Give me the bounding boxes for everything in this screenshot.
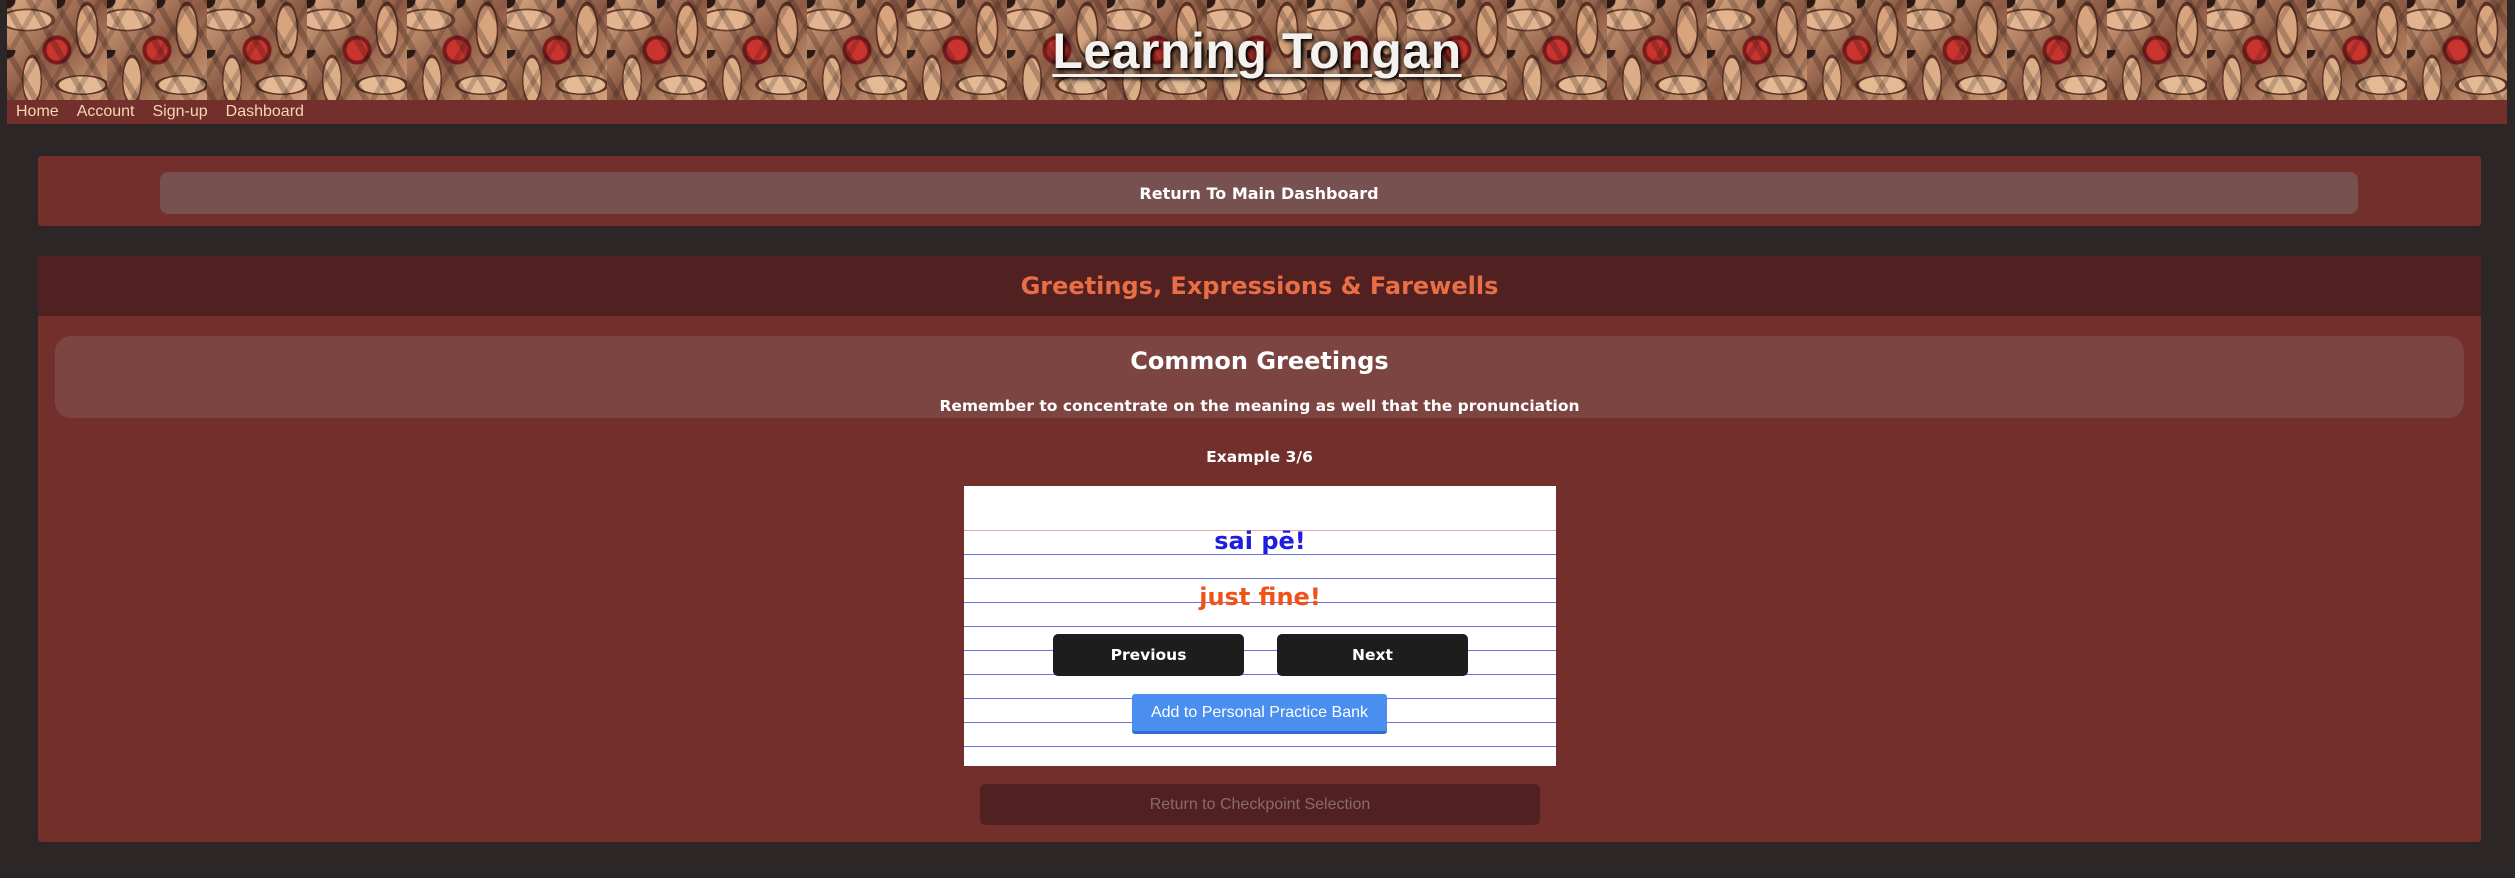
site-title[interactable]: Learning Tongan bbox=[7, 22, 2507, 80]
header-banner: Learning Tongan bbox=[7, 0, 2507, 100]
next-button[interactable]: Next bbox=[1277, 634, 1468, 676]
nav-bar: Home Account Sign-up Dashboard bbox=[7, 100, 2507, 124]
english-translation: just fine! bbox=[1199, 583, 1321, 611]
subsection-title: Common Greetings bbox=[1130, 347, 1389, 375]
flashcard: sai pē! just fine! Previous Next Add to … bbox=[964, 486, 1556, 766]
return-to-dashboard-button[interactable]: Return To Main Dashboard bbox=[160, 172, 2358, 214]
nav-account-link[interactable]: Account bbox=[77, 103, 135, 121]
lesson-title: Greetings, Expressions & Farewells bbox=[1020, 272, 1499, 300]
previous-button[interactable]: Previous bbox=[1053, 634, 1244, 676]
page: Learning Tongan Home Account Sign-up Das… bbox=[0, 0, 2515, 878]
lesson-header: Greetings, Expressions & Farewells bbox=[38, 256, 2481, 316]
return-to-checkpoint-button[interactable]: Return to Checkpoint Selection bbox=[980, 784, 1540, 825]
tongan-phrase: sai pē! bbox=[1214, 527, 1306, 555]
instruction-text: Remember to concentrate on the meaning a… bbox=[939, 397, 1580, 415]
nav-signup-link[interactable]: Sign-up bbox=[153, 103, 208, 121]
nav-dashboard-link[interactable]: Dashboard bbox=[226, 103, 304, 121]
add-to-practice-bank-button[interactable]: Add to Personal Practice Bank bbox=[1132, 694, 1387, 734]
example-counter: Example 3/6 bbox=[1206, 448, 1313, 466]
lesson-panel: Greetings, Expressions & Farewells Commo… bbox=[38, 256, 2481, 842]
nav-home-link[interactable]: Home bbox=[16, 103, 59, 121]
return-panel: Return To Main Dashboard bbox=[38, 156, 2481, 226]
